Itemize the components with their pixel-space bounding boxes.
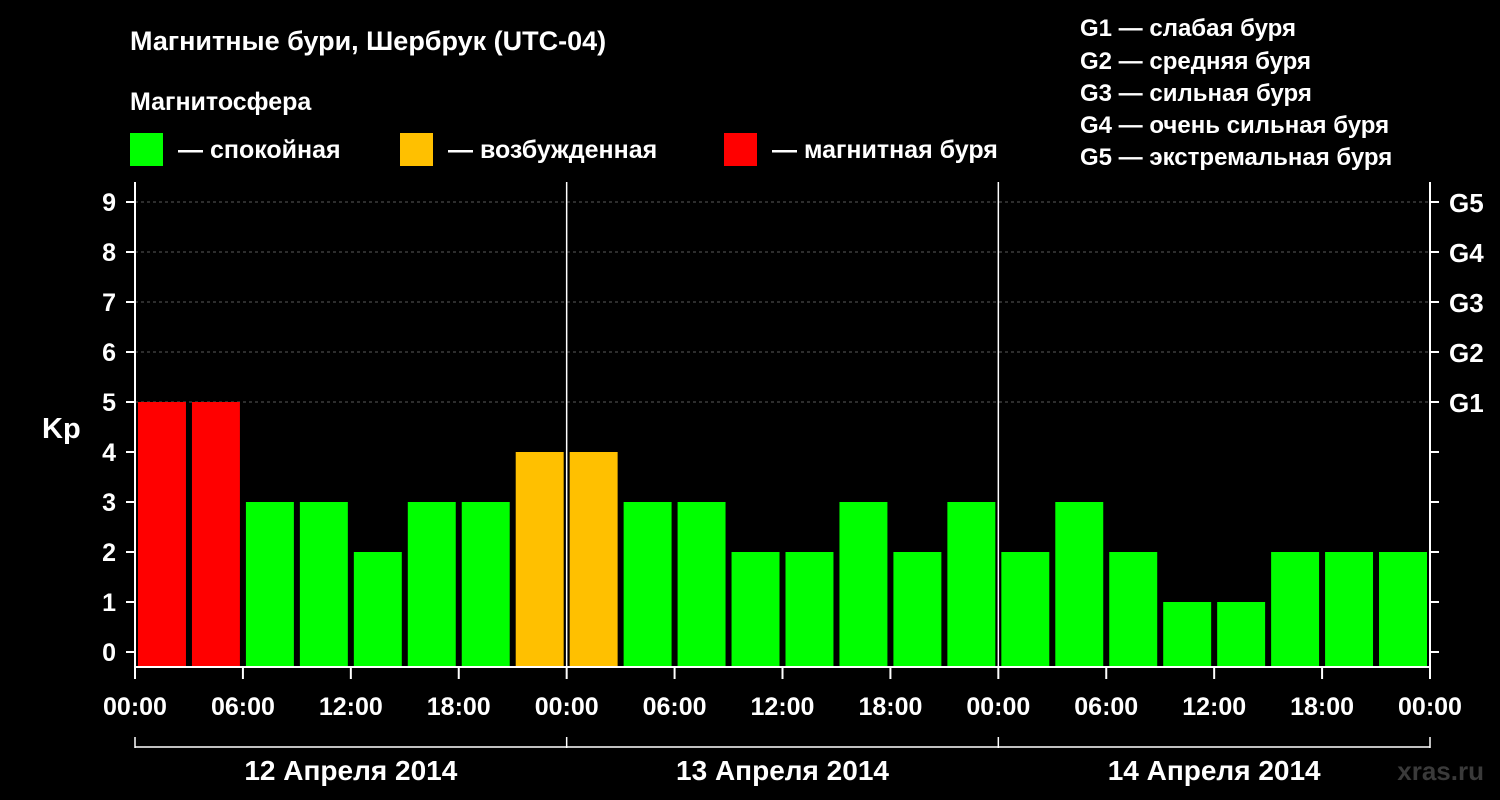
kp-bar	[839, 502, 888, 667]
legend-heading: Магнитосфера	[130, 88, 312, 116]
legend-label-active: — возбужденная	[448, 136, 657, 164]
kp-bar	[1163, 602, 1212, 667]
kp-bar	[191, 402, 240, 667]
storm-scale: G1 — слабая буря G2 — средняя буря G3 — …	[1080, 15, 1392, 171]
kp-bar	[1271, 552, 1320, 667]
kp-chart: Магнитные бури, Шербрук (UTC-04) Магнито…	[42, 15, 1484, 786]
x-tick-label: 00:00	[103, 693, 167, 721]
storm-level-label: G3	[1449, 288, 1484, 318]
kp-bar	[947, 502, 996, 667]
kp-bar	[138, 402, 186, 667]
kp-bar	[1379, 552, 1427, 667]
y-tick-label: 5	[102, 389, 116, 417]
y-tick-label: 9	[102, 189, 116, 217]
legend: — спокойная — возбужденная — магнитная б…	[130, 133, 998, 166]
x-tick-label: 06:00	[211, 693, 275, 721]
x-tick-label: 06:00	[1074, 693, 1138, 721]
date-label: 14 Апреля 2014	[1108, 755, 1321, 786]
storm-scale-g1: G1 — слабая буря	[1080, 15, 1296, 42]
y-tick-label: 8	[102, 239, 116, 267]
y-tick-label: 3	[102, 489, 116, 517]
x-tick-label: 12:00	[319, 693, 383, 721]
y-tick-label: 0	[102, 639, 116, 667]
y-tick-label: 2	[102, 539, 116, 567]
kp-bar	[299, 502, 348, 667]
kp-bar	[1325, 552, 1374, 667]
kp-bar	[785, 552, 834, 667]
x-tick-label: 00:00	[966, 693, 1030, 721]
legend-swatch-quiet	[130, 133, 163, 166]
kp-bar	[677, 502, 726, 667]
watermark: xras.ru	[1397, 756, 1484, 786]
kp-bar	[515, 452, 564, 667]
axes: 0 1 2 3 4 5 6 7 8 9 G1 G2 G3 G4 G5 00:00 06:00 12:00 18:00…	[102, 182, 1484, 786]
storm-scale-g3: G3 — сильная буря	[1080, 80, 1312, 107]
y-tick-label: 7	[102, 289, 116, 317]
legend-swatch-active	[400, 133, 433, 166]
date-label: 12 Апреля 2014	[244, 755, 457, 786]
storm-level-label: G4	[1449, 238, 1484, 268]
kp-bar	[407, 502, 456, 667]
x-tick-label: 06:00	[643, 693, 707, 721]
x-tick-label: 00:00	[535, 693, 599, 721]
kp-bar	[245, 502, 294, 667]
kp-bar	[893, 552, 942, 667]
storm-scale-g4: G4 — очень сильная буря	[1080, 112, 1389, 139]
legend-label-quiet: — спокойная	[178, 136, 341, 164]
storm-level-label: G2	[1449, 338, 1484, 368]
kp-bar	[353, 552, 402, 667]
y-tick-label: 1	[102, 589, 116, 617]
kp-bar	[623, 502, 672, 667]
kp-chart-widget: Магнитные бури, Шербрук (UTC-04) Магнито…	[0, 0, 1500, 800]
kp-bar	[1055, 502, 1104, 667]
x-tick-label: 12:00	[1182, 693, 1246, 721]
kp-bar	[1217, 602, 1266, 667]
y-tick-label: 6	[102, 339, 116, 367]
legend-label-storm: — магнитная буря	[772, 136, 998, 164]
legend-swatch-storm	[724, 133, 757, 166]
storm-scale-g2: G2 — средняя буря	[1080, 48, 1311, 75]
x-tick-label: 18:00	[427, 693, 491, 721]
kp-bar	[461, 502, 510, 667]
storm-level-label: G5	[1449, 188, 1484, 218]
x-tick-label: 12:00	[751, 693, 815, 721]
kp-bar	[1109, 552, 1158, 667]
kp-bar	[1001, 552, 1050, 667]
y-tick-label: 4	[102, 439, 116, 467]
kp-bar	[731, 552, 780, 667]
bars	[138, 402, 1427, 667]
date-label: 13 Апреля 2014	[676, 755, 889, 786]
kp-bar	[569, 452, 618, 667]
y-axis-label: Kp	[42, 413, 81, 445]
storm-level-label: G1	[1449, 388, 1484, 418]
x-tick-label: 18:00	[858, 693, 922, 721]
x-tick-label: 00:00	[1398, 693, 1462, 721]
x-tick-label: 18:00	[1290, 693, 1354, 721]
chart-title: Магнитные бури, Шербрук (UTC-04)	[130, 26, 606, 56]
storm-scale-g5: G5 — экстремальная буря	[1080, 144, 1392, 171]
